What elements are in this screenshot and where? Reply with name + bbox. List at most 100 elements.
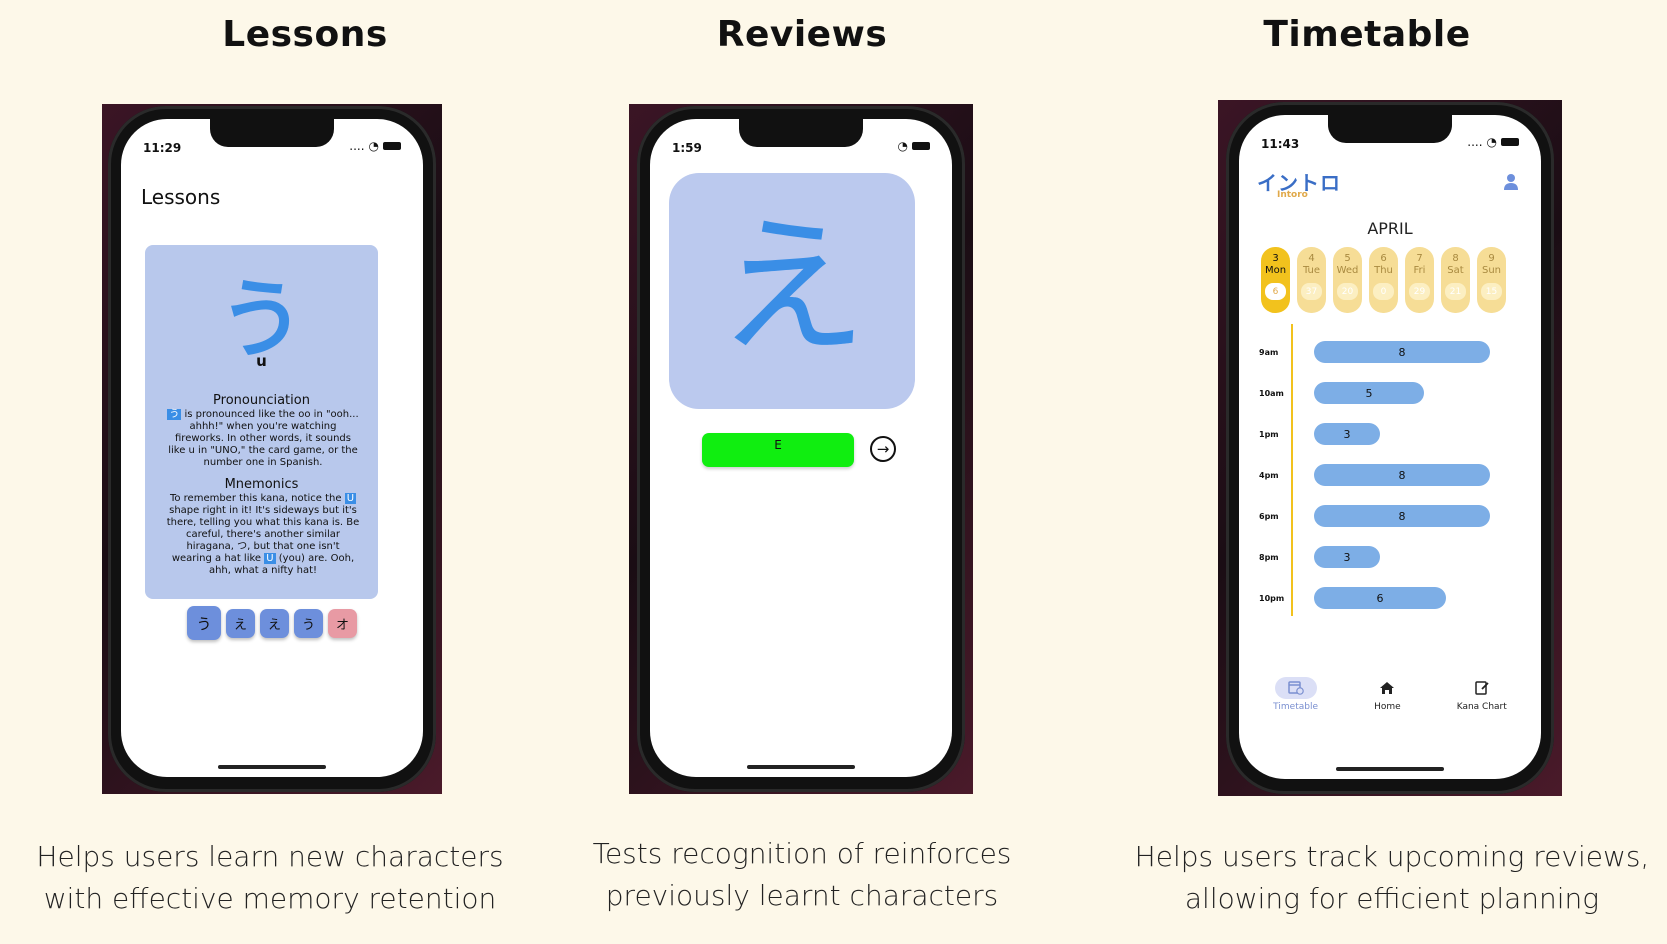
slot-time: 10am [1259,389,1284,398]
next-button[interactable]: → [870,436,896,462]
day-name: Fri [1413,265,1426,276]
caption-line: Tests recognition of reinforces [592,837,1012,870]
screen-title: Lessons [141,185,221,209]
home-indicator[interactable] [218,765,326,769]
slot-bar[interactable]: 8 [1314,464,1490,486]
day-name: Tue [1302,265,1321,276]
status-time: 11:29 [143,141,182,155]
slot-bar[interactable]: 8 [1314,505,1490,527]
nav-label: Kana Chart [1456,702,1507,712]
highlight-tsu: つ [237,541,248,552]
nav-label: Timetable [1273,702,1318,712]
kana-tile[interactable]: え [226,609,255,638]
mnemonics-text: To remember this kana, notice the U shap… [165,493,361,577]
day-number: 8 [1452,253,1459,264]
day-number: 9 [1488,253,1495,264]
nav-timetable[interactable]: Timetable [1273,677,1318,712]
slot-bar[interactable]: 3 [1314,423,1380,445]
day-chip[interactable]: 4 Tue 37 [1297,247,1326,313]
timetable-caption: Helps users track upcoming reviews, allo… [1127,836,1657,920]
slot-time: 8pm [1259,553,1279,562]
kana-tile[interactable]: う [294,609,323,638]
caption-line: Helps users learn new characters [36,840,504,873]
slot-time: 10pm [1259,594,1285,603]
day-selector: 3 Mon 6 4 Tue 37 5 Wed 20 6 Thu 0 7 Fri 29 8 Sat 21 … [1261,247,1506,313]
nav-kana-chart[interactable]: Kana Chart [1457,677,1507,712]
kana-tile[interactable]: え [260,609,289,638]
home-indicator[interactable] [1336,767,1444,771]
day-chip[interactable]: 6 Thu 0 [1369,247,1398,313]
month-label: APRIL [1367,219,1413,238]
app-logo-romaji: Intoro [1277,190,1308,200]
slot-time: 1pm [1259,430,1279,439]
day-number: 5 [1344,253,1351,264]
slot-bar[interactable]: 3 [1314,546,1380,568]
day-chip[interactable]: 9 Sun 15 [1477,247,1506,313]
mnemonics-part-1: To remember this kana, notice the [169,493,342,504]
day-chip[interactable]: 5 Wed 20 [1333,247,1362,313]
slot-bar[interactable]: 5 [1314,382,1424,404]
reviews-screen: 1:59 ◔ え E → [650,119,952,777]
reviews-caption: Tests recognition of reinforces previous… [552,833,1052,917]
pronunciation-heading: Pronounciation [213,393,310,408]
battery-icon [912,142,930,150]
status-icons: .... ◔ [349,139,401,153]
day-number: 7 [1416,253,1423,264]
mnemonics-heading: Mnemonics [224,477,299,492]
timeline-line [1291,324,1293,616]
slot-time: 9am [1259,348,1279,357]
day-chip[interactable]: 3 Mon 6 [1261,247,1290,313]
timetable-title: Timetable [1263,14,1471,55]
reviews-title: Reviews [716,14,888,55]
timetable-screenshot: 11:43 .... ◔ イントロ Intoro APRIL 3 Mon 6 4 Tue… [1218,100,1562,796]
kana-tile[interactable]: オ [328,609,357,638]
kana-tile-row: う え え う オ [121,606,423,640]
review-card: え [669,173,915,409]
day-count: 15 [1481,283,1502,300]
lesson-romaji: u [256,352,267,370]
lessons-screen: 11:29 .... ◔ Lessons う u Pronounciation う… [121,119,423,777]
status-time: 1:59 [672,141,702,155]
battery-icon [383,142,401,150]
caption-line: previously learnt characters [605,879,999,912]
day-name: Wed [1336,265,1359,276]
lessons-screenshot: 11:29 .... ◔ Lessons う u Pronounciation う… [102,104,442,794]
kana-tile[interactable]: う [187,606,221,640]
home-indicator[interactable] [747,765,855,769]
lesson-card: う u Pronounciation う is pronounced like … [145,245,378,599]
signal-icon: .... [349,139,365,153]
pronunciation-body: is pronounced like the oo in "ooh... ahh… [168,409,359,468]
status-icons: ◔ [898,139,930,153]
day-chip[interactable]: 8 Sat 21 [1441,247,1470,313]
nav-home[interactable]: Home [1366,677,1408,712]
arrow-right-icon: → [876,440,890,458]
day-number: 6 [1380,253,1387,264]
status-time: 11:43 [1261,137,1300,151]
slot-time: 6pm [1259,512,1279,521]
day-name: Sun [1481,265,1502,276]
lessons-caption: Helps users learn new characters with ef… [20,836,520,920]
day-count: 37 [1301,283,1322,300]
highlight-u: U [344,493,357,504]
day-name: Sat [1447,265,1464,276]
day-count: 6 [1265,283,1286,300]
wifi-icon: ◔ [897,139,908,153]
day-count: 21 [1445,283,1466,300]
caption-line: with effective memory retention [43,882,497,915]
profile-button[interactable] [1503,173,1519,195]
day-chip[interactable]: 7 Fri 29 [1405,247,1434,313]
caption-line: Helps users track upcoming reviews, [1134,840,1650,873]
review-kana: え [716,201,867,375]
highlight-u-2: U [264,553,276,564]
slot-time: 4pm [1259,471,1279,480]
day-name: Mon [1264,265,1287,276]
lessons-title: Lessons [222,14,388,55]
timetable-screen: 11:43 .... ◔ イントロ Intoro APRIL 3 Mon 6 4 Tue… [1239,115,1541,779]
reviews-screenshot: 1:59 ◔ え E → [629,104,973,794]
answer-field[interactable]: E [702,433,854,467]
slot-bar[interactable]: 6 [1314,587,1446,609]
slot-bar[interactable]: 8 [1314,341,1490,363]
home-icon [1366,677,1408,699]
caption-line: allowing for efficient planning [1184,882,1600,915]
phone-frame: 11:43 .... ◔ イントロ Intoro APRIL 3 Mon 6 4 Tue… [1226,102,1554,794]
